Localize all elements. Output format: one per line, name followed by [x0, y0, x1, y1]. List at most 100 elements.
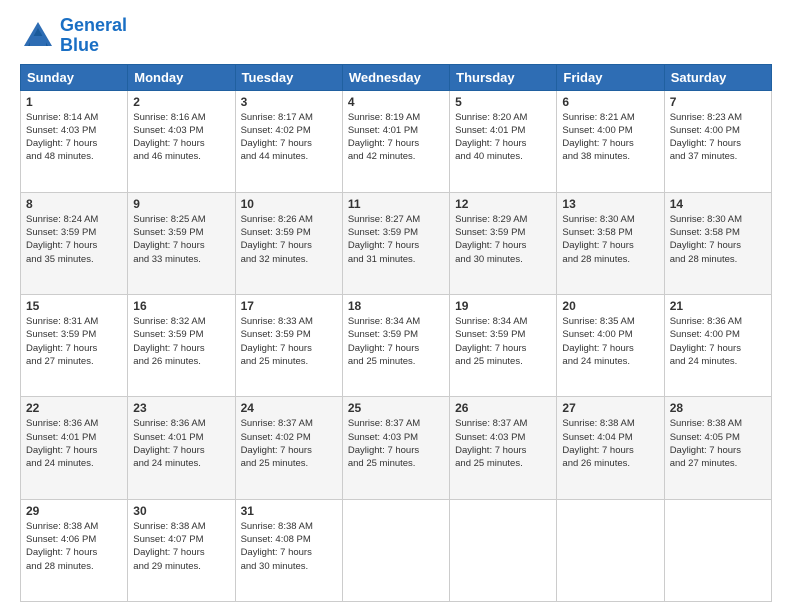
calendar-cell: 22 Sunrise: 8:36 AMSunset: 4:01 PMDayligh… [21, 397, 128, 499]
day-number: 28 [670, 401, 766, 415]
day-number: 21 [670, 299, 766, 313]
weekday-header-thursday: Thursday [450, 64, 557, 90]
day-info: Sunrise: 8:14 AMSunset: 4:03 PMDaylight:… [26, 111, 122, 164]
calendar-week-0: 1 Sunrise: 8:14 AMSunset: 4:03 PMDaylight… [21, 90, 772, 192]
calendar-cell [557, 499, 664, 601]
day-number: 31 [241, 504, 337, 518]
day-number: 20 [562, 299, 658, 313]
day-number: 29 [26, 504, 122, 518]
day-info: Sunrise: 8:37 AMSunset: 4:03 PMDaylight:… [348, 417, 444, 470]
calendar-cell: 31Sunrise: 8:38 AMSunset: 4:08 PMDayligh… [235, 499, 342, 601]
calendar-cell: 27Sunrise: 8:38 AMSunset: 4:04 PMDayligh… [557, 397, 664, 499]
calendar-cell: 21 Sunrise: 8:36 AMSunset: 4:00 PMDayligh… [664, 295, 771, 397]
day-number: 1 [26, 95, 122, 109]
day-number: 8 [26, 197, 122, 211]
day-info: Sunrise: 8:33 AMSunset: 3:59 PMDaylight:… [241, 315, 337, 368]
day-number: 11 [348, 197, 444, 211]
day-info: Sunrise: 8:20 AMSunset: 4:01 PMDaylight:… [455, 111, 551, 164]
calendar-cell: 20 Sunrise: 8:35 AMSunset: 4:00 PMDayligh… [557, 295, 664, 397]
day-number: 6 [562, 95, 658, 109]
day-info: Sunrise: 8:35 AMSunset: 4:00 PMDaylight:… [562, 315, 658, 368]
calendar-cell: 1 Sunrise: 8:14 AMSunset: 4:03 PMDaylight… [21, 90, 128, 192]
day-info: Sunrise: 8:38 AMSunset: 4:05 PMDaylight:… [670, 417, 766, 470]
day-info: Sunrise: 8:19 AMSunset: 4:01 PMDaylight:… [348, 111, 444, 164]
day-number: 12 [455, 197, 551, 211]
weekday-header-wednesday: Wednesday [342, 64, 449, 90]
day-number: 22 [26, 401, 122, 415]
day-number: 23 [133, 401, 229, 415]
day-info: Sunrise: 8:37 AMSunset: 4:02 PMDaylight:… [241, 417, 337, 470]
weekday-header-friday: Friday [557, 64, 664, 90]
day-info: Sunrise: 8:27 AMSunset: 3:59 PMDaylight:… [348, 213, 444, 266]
calendar-cell: 16Sunrise: 8:32 AMSunset: 3:59 PMDayligh… [128, 295, 235, 397]
calendar-cell: 9 Sunrise: 8:25 AMSunset: 3:59 PMDaylight… [128, 192, 235, 294]
day-number: 17 [241, 299, 337, 313]
calendar-cell: 8Sunrise: 8:24 AMSunset: 3:59 PMDaylight… [21, 192, 128, 294]
day-number: 2 [133, 95, 229, 109]
day-number: 25 [348, 401, 444, 415]
day-number: 24 [241, 401, 337, 415]
calendar-cell [664, 499, 771, 601]
calendar-cell: 17 Sunrise: 8:33 AMSunset: 3:59 PMDayligh… [235, 295, 342, 397]
logo-text: General Blue [60, 16, 127, 56]
header: General Blue [20, 16, 772, 56]
day-number: 26 [455, 401, 551, 415]
day-info: Sunrise: 8:36 AMSunset: 4:00 PMDaylight:… [670, 315, 766, 368]
day-info: Sunrise: 8:30 AMSunset: 3:58 PMDaylight:… [670, 213, 766, 266]
day-number: 10 [241, 197, 337, 211]
day-number: 19 [455, 299, 551, 313]
calendar-cell: 25 Sunrise: 8:37 AMSunset: 4:03 PMDayligh… [342, 397, 449, 499]
calendar-cell: 12Sunrise: 8:29 AMSunset: 3:59 PMDayligh… [450, 192, 557, 294]
calendar-cell: 18 Sunrise: 8:34 AMSunset: 3:59 PMDayligh… [342, 295, 449, 397]
day-number: 4 [348, 95, 444, 109]
calendar-week-2: 15 Sunrise: 8:31 AMSunset: 3:59 PMDayligh… [21, 295, 772, 397]
day-info: Sunrise: 8:21 AMSunset: 4:00 PMDaylight:… [562, 111, 658, 164]
calendar-week-1: 8Sunrise: 8:24 AMSunset: 3:59 PMDaylight… [21, 192, 772, 294]
calendar-header: SundayMondayTuesdayWednesdayThursdayFrid… [21, 64, 772, 90]
calendar-cell: 2Sunrise: 8:16 AMSunset: 4:03 PMDaylight… [128, 90, 235, 192]
day-info: Sunrise: 8:30 AMSunset: 3:58 PMDaylight:… [562, 213, 658, 266]
day-number: 15 [26, 299, 122, 313]
weekday-header-saturday: Saturday [664, 64, 771, 90]
day-info: Sunrise: 8:31 AMSunset: 3:59 PMDaylight:… [26, 315, 122, 368]
calendar-cell: 6 Sunrise: 8:21 AMSunset: 4:00 PMDaylight… [557, 90, 664, 192]
calendar-cell: 23 Sunrise: 8:36 AMSunset: 4:01 PMDayligh… [128, 397, 235, 499]
calendar-cell: 5Sunrise: 8:20 AMSunset: 4:01 PMDaylight… [450, 90, 557, 192]
calendar-cell: 29 Sunrise: 8:38 AMSunset: 4:06 PMDayligh… [21, 499, 128, 601]
day-info: Sunrise: 8:37 AMSunset: 4:03 PMDaylight:… [455, 417, 551, 470]
calendar-cell: 14Sunrise: 8:30 AMSunset: 3:58 PMDayligh… [664, 192, 771, 294]
calendar-cell [450, 499, 557, 601]
calendar-cell: 7Sunrise: 8:23 AMSunset: 4:00 PMDaylight… [664, 90, 771, 192]
calendar-cell: 15 Sunrise: 8:31 AMSunset: 3:59 PMDayligh… [21, 295, 128, 397]
day-info: Sunrise: 8:34 AMSunset: 3:59 PMDaylight:… [455, 315, 551, 368]
calendar-cell: 26 Sunrise: 8:37 AMSunset: 4:03 PMDayligh… [450, 397, 557, 499]
day-info: Sunrise: 8:38 AMSunset: 4:06 PMDaylight:… [26, 520, 122, 573]
day-info: Sunrise: 8:25 AMSunset: 3:59 PMDaylight:… [133, 213, 229, 266]
logo-icon [20, 18, 56, 54]
calendar-cell: 11 Sunrise: 8:27 AMSunset: 3:59 PMDayligh… [342, 192, 449, 294]
calendar-cell [342, 499, 449, 601]
calendar-body: 1 Sunrise: 8:14 AMSunset: 4:03 PMDaylight… [21, 90, 772, 601]
logo: General Blue [20, 16, 127, 56]
calendar-week-4: 29 Sunrise: 8:38 AMSunset: 4:06 PMDayligh… [21, 499, 772, 601]
day-info: Sunrise: 8:34 AMSunset: 3:59 PMDaylight:… [348, 315, 444, 368]
day-info: Sunrise: 8:32 AMSunset: 3:59 PMDaylight:… [133, 315, 229, 368]
day-info: Sunrise: 8:23 AMSunset: 4:00 PMDaylight:… [670, 111, 766, 164]
day-info: Sunrise: 8:38 AMSunset: 4:04 PMDaylight:… [562, 417, 658, 470]
calendar-cell: 3 Sunrise: 8:17 AMSunset: 4:02 PMDaylight… [235, 90, 342, 192]
day-number: 13 [562, 197, 658, 211]
weekday-header-sunday: Sunday [21, 64, 128, 90]
calendar-cell: 4 Sunrise: 8:19 AMSunset: 4:01 PMDaylight… [342, 90, 449, 192]
day-info: Sunrise: 8:36 AMSunset: 4:01 PMDaylight:… [133, 417, 229, 470]
weekday-header-monday: Monday [128, 64, 235, 90]
calendar-cell: 24 Sunrise: 8:37 AMSunset: 4:02 PMDayligh… [235, 397, 342, 499]
calendar-cell: 30Sunrise: 8:38 AMSunset: 4:07 PMDayligh… [128, 499, 235, 601]
day-info: Sunrise: 8:17 AMSunset: 4:02 PMDaylight:… [241, 111, 337, 164]
calendar-cell: 13 Sunrise: 8:30 AMSunset: 3:58 PMDayligh… [557, 192, 664, 294]
day-number: 18 [348, 299, 444, 313]
day-number: 3 [241, 95, 337, 109]
day-number: 9 [133, 197, 229, 211]
day-info: Sunrise: 8:26 AMSunset: 3:59 PMDaylight:… [241, 213, 337, 266]
calendar-cell: 19 Sunrise: 8:34 AMSunset: 3:59 PMDayligh… [450, 295, 557, 397]
day-info: Sunrise: 8:36 AMSunset: 4:01 PMDaylight:… [26, 417, 122, 470]
